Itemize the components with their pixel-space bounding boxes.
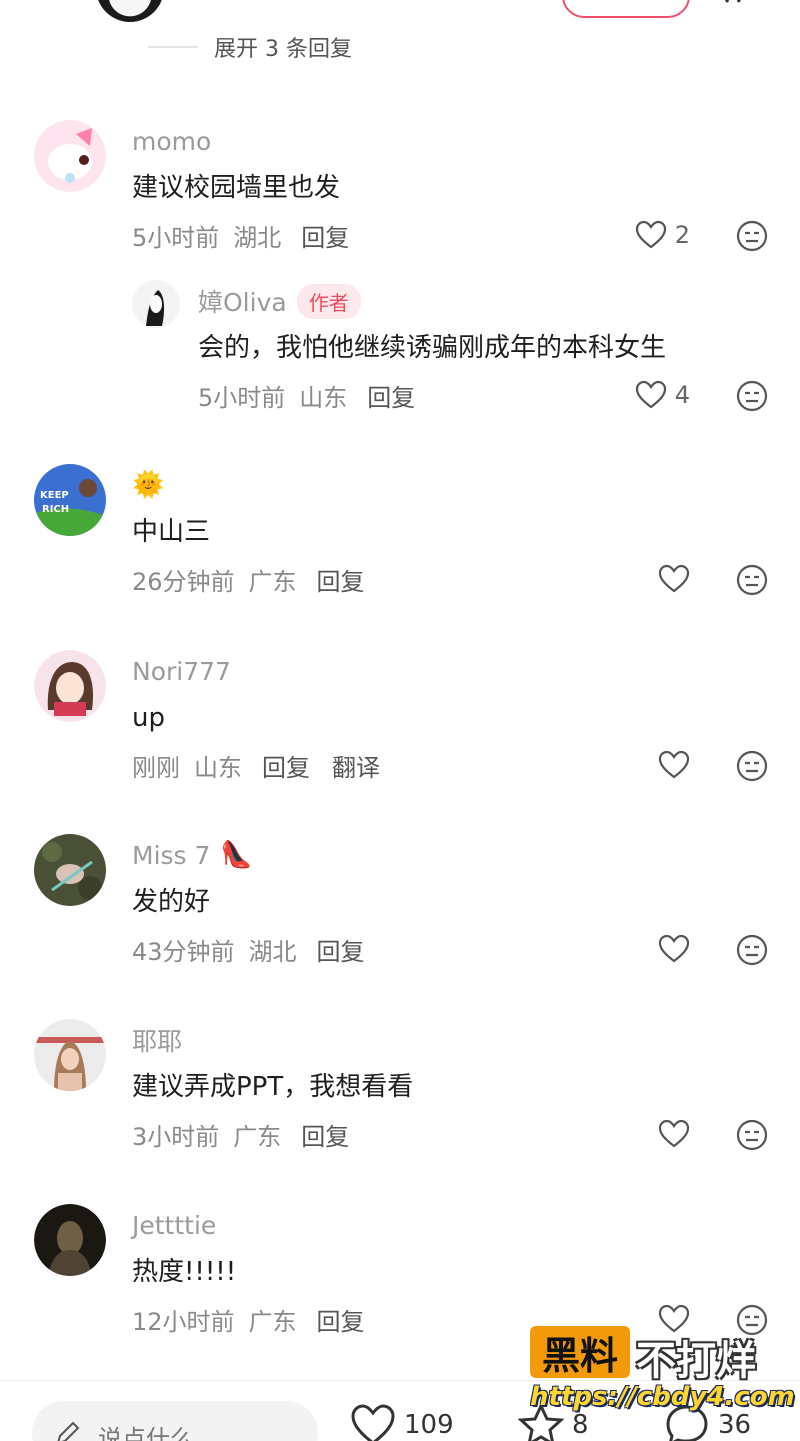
heart-icon [635,380,666,409]
dislike-face-icon[interactable] [736,750,768,782]
like-button[interactable] [658,564,690,594]
username[interactable]: Jettttie [132,1211,216,1240]
comment-text: 热度!!!!! [132,1257,237,1287]
follow-button[interactable] [562,0,690,18]
pencil-icon [57,1421,80,1441]
expand-replies[interactable]: 展开 3 条回复 [148,30,352,64]
reply-button[interactable]: 回复 [317,932,365,967]
top-bar [0,0,800,24]
region: 广东 [248,567,297,596]
username[interactable]: Nori777 [132,657,231,686]
region: 广东 [248,1307,297,1336]
timestamp: 43分钟前 [132,937,235,966]
heart-icon [658,564,690,593]
dislike-face-icon[interactable] [736,380,768,412]
comment-input[interactable]: 说点什么... [32,1401,318,1441]
avatar[interactable] [34,834,106,906]
watermark-brand: 黑料 [530,1326,630,1378]
comment-input-placeholder: 说点什么... [98,1425,217,1441]
reply-button[interactable]: 回复 [301,218,349,253]
reply-button[interactable]: 回复 [367,378,415,413]
like-count: 4 [674,381,690,409]
dislike-face-icon[interactable] [736,934,768,966]
avatar[interactable] [34,1019,106,1091]
timestamp: 26分钟前 [132,567,235,596]
avatar[interactable] [34,120,106,192]
svg-text:RICH: RICH [42,504,69,515]
comment-text: 建议校园墙里也发 [132,173,341,203]
like-button[interactable] [658,934,690,964]
dislike-face-icon[interactable] [736,220,768,252]
reply-button[interactable]: 回复 [301,1117,349,1152]
heart-icon [658,750,690,779]
timestamp: 5小时前 [198,383,286,412]
dislike-face-icon[interactable] [736,1119,768,1151]
heart-icon [658,934,690,963]
region: 湖北 [233,223,282,252]
expand-replies-label[interactable]: 展开 3 条回复 [214,31,352,63]
post-like-button[interactable]: 109 [350,1403,454,1441]
post-like-count: 109 [404,1410,454,1440]
watermark-side-text: 不打烊 [636,1338,756,1384]
translate-button[interactable]: 翻译 [332,748,380,783]
username[interactable]: Miss 7 [132,841,210,870]
like-count: 2 [674,221,690,249]
reply-button[interactable]: 回复 [317,562,365,597]
region: 广东 [233,1122,282,1151]
avatar[interactable]: KEEP RICH [34,464,106,536]
username[interactable]: 耶耶 [132,1022,182,1058]
timestamp: 3小时前 [132,1122,220,1151]
heart-icon [351,1404,395,1441]
timestamp: 刚刚 [132,753,180,782]
author-avatar[interactable] [96,0,164,22]
heart-icon [635,220,666,249]
comment-text: 中山三 [132,517,211,547]
like-button[interactable]: 2 [635,220,690,250]
reply-button[interactable]: 回复 [317,1302,365,1337]
timestamp: 5小时前 [132,223,220,252]
region: 湖北 [248,937,297,966]
dislike-face-icon[interactable] [736,564,768,596]
avatar[interactable] [132,280,180,328]
like-button[interactable]: 4 [635,380,690,410]
avatar[interactable] [34,1204,106,1276]
username[interactable]: momo [132,127,211,156]
watermark: 黑料 不打烊 https://cbdy4.com [530,1326,795,1418]
heart-icon [658,1119,690,1148]
divider [148,46,198,48]
share-icon[interactable] [716,0,746,4]
region: 山东 [299,383,348,412]
timestamp: 12小时前 [132,1307,235,1336]
comment-text: 发的好 [132,887,211,917]
avatar[interactable] [34,650,106,722]
watermark-url: https://cbdy4.com [530,1382,795,1412]
comment-text: 会的，我怕他继续诱骗刚成年的本科女生 [198,333,667,363]
region: 山东 [194,753,242,782]
svg-text:KEEP: KEEP [40,490,69,501]
username-emoji[interactable]: 🌞 [132,468,164,502]
username[interactable]: 嫜Oliva [198,283,287,319]
reply-button[interactable]: 回复 [262,748,310,783]
comment-text: 建议弄成PPT，我想看看 [132,1072,414,1102]
like-button[interactable] [658,750,690,780]
username-emoji: 👠 [220,840,253,870]
comment-text: up [132,703,165,733]
like-button[interactable] [658,1119,690,1149]
author-badge: 作者 [296,283,361,319]
